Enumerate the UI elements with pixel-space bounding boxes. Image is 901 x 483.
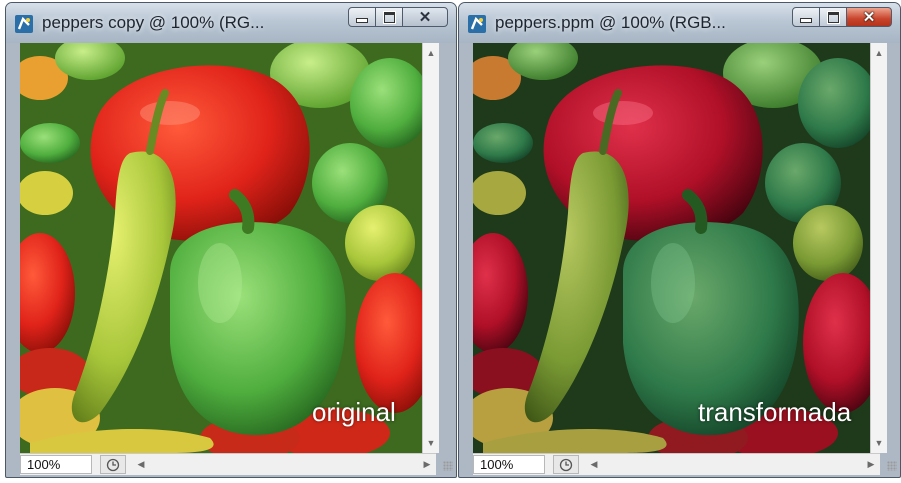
status-info-button[interactable] bbox=[100, 455, 126, 474]
image-caption: original bbox=[312, 397, 396, 427]
maximize-button[interactable] bbox=[819, 7, 847, 27]
maximize-button[interactable] bbox=[375, 7, 403, 27]
scroll-down-arrow-icon[interactable]: ▼ bbox=[423, 435, 439, 451]
close-button[interactable]: ✕ bbox=[402, 7, 448, 27]
maximize-icon bbox=[826, 10, 840, 24]
scroll-down-arrow-icon[interactable]: ▼ bbox=[871, 435, 887, 451]
title-bar[interactable]: peppers copy @ 100% (RG... ✕ bbox=[6, 3, 456, 43]
status-menu-icon bbox=[559, 458, 573, 471]
window-title: peppers copy @ 100% (RG... bbox=[42, 13, 265, 32]
vertical-scrollbar[interactable]: ▲ ▼ bbox=[870, 43, 887, 453]
document-window-right[interactable]: peppers.ppm @ 100% (RGB... ✕ transformad… bbox=[458, 2, 901, 478]
image-caption: transformada bbox=[698, 397, 852, 427]
peppers-photo bbox=[20, 43, 422, 453]
zoom-field[interactable]: 100% bbox=[20, 455, 92, 474]
vertical-scrollbar[interactable]: ▲ ▼ bbox=[422, 43, 439, 453]
minimize-button[interactable] bbox=[792, 7, 820, 27]
image-canvas[interactable]: transformada bbox=[473, 43, 870, 453]
status-menu-icon bbox=[106, 458, 120, 471]
close-icon: ✕ bbox=[862, 9, 876, 26]
status-info-button[interactable] bbox=[553, 455, 579, 474]
window-title: peppers.ppm @ 100% (RGB... bbox=[495, 13, 726, 32]
minimize-icon bbox=[800, 17, 812, 23]
minimize-icon bbox=[356, 17, 368, 23]
document-window-left[interactable]: peppers copy @ 100% (RG... ✕ original ▲ … bbox=[5, 2, 457, 478]
zoom-field[interactable]: 100% bbox=[473, 455, 545, 474]
photoshop-doc-icon bbox=[13, 13, 35, 35]
minimize-button[interactable] bbox=[348, 7, 376, 27]
status-bar: 100% ◀ ▶ bbox=[473, 453, 880, 475]
photoshop-doc-icon bbox=[466, 13, 488, 35]
image-canvas[interactable]: original bbox=[20, 43, 422, 453]
title-bar[interactable]: peppers.ppm @ 100% (RGB... ✕ bbox=[459, 3, 900, 43]
scroll-up-arrow-icon[interactable]: ▲ bbox=[423, 45, 439, 61]
resize-grip-icon[interactable] bbox=[443, 461, 453, 471]
status-bar: 100% ◀ ▶ bbox=[20, 453, 436, 475]
maximize-icon bbox=[382, 10, 396, 24]
scroll-up-arrow-icon[interactable]: ▲ bbox=[871, 45, 887, 61]
resize-grip-icon[interactable] bbox=[887, 461, 897, 471]
scroll-left-arrow-icon[interactable]: ◀ bbox=[587, 455, 601, 474]
scroll-right-arrow-icon[interactable]: ▶ bbox=[420, 455, 434, 474]
close-button[interactable]: ✕ bbox=[846, 7, 892, 27]
scroll-right-arrow-icon[interactable]: ▶ bbox=[864, 455, 878, 474]
horizontal-scrollbar[interactable]: ◀ ▶ bbox=[585, 455, 880, 474]
close-icon: ✕ bbox=[418, 9, 432, 26]
peppers-photo-transformed bbox=[473, 43, 870, 453]
horizontal-scrollbar[interactable]: ◀ ▶ bbox=[132, 455, 436, 474]
scroll-left-arrow-icon[interactable]: ◀ bbox=[134, 455, 148, 474]
